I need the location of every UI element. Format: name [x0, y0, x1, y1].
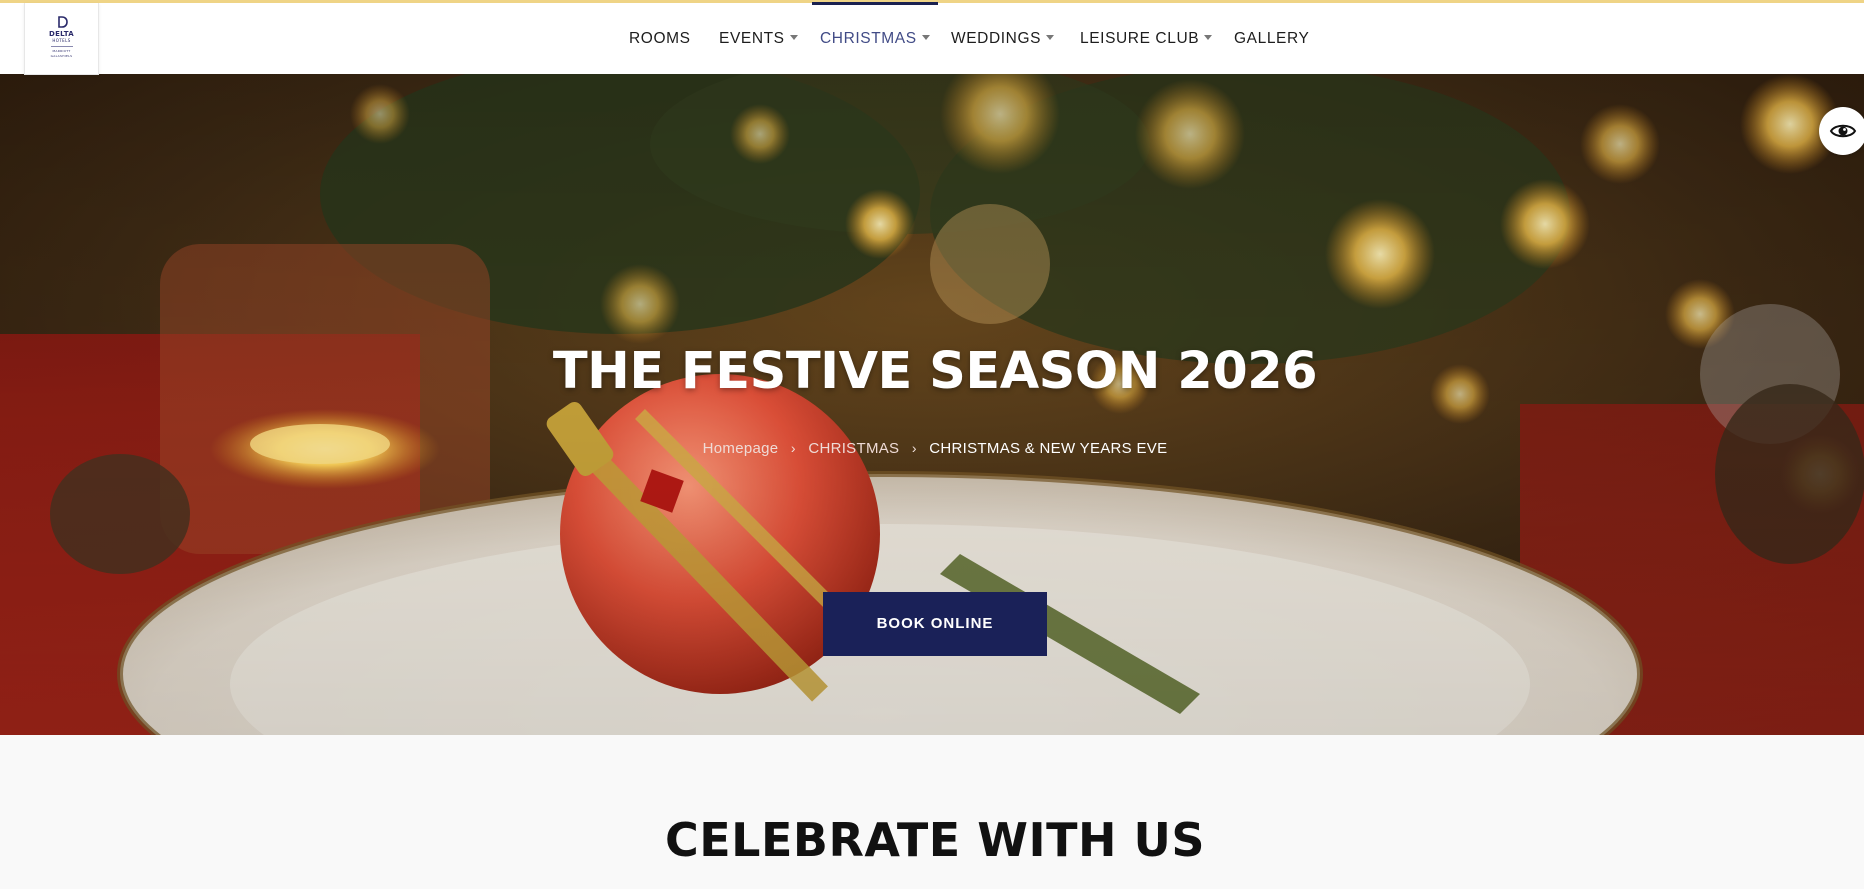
logo-sub-text: HOTELS — [52, 38, 71, 43]
nav-item-label: ROOMS — [629, 30, 691, 47]
nav-item-events[interactable]: EVENTS — [719, 3, 798, 74]
page-title: THE FESTIVE SEASON 2026 — [552, 342, 1318, 401]
delta-logo-icon — [57, 16, 68, 28]
nav-item-gallery[interactable]: GALLERY — [1234, 3, 1309, 74]
site-logo[interactable]: DELTA HOTELS MARRIOTT GALASHIELS — [24, 3, 99, 75]
logo-tiny-text-2: GALASHIELS — [50, 54, 73, 58]
logo-brand-text: DELTA — [48, 30, 75, 38]
nav-item-christmas[interactable]: CHRISTMAS — [812, 2, 938, 74]
breadcrumb: Homepage › CHRISTMAS › CHRISTMAS & NEW Y… — [0, 440, 1864, 457]
chevron-right-icon: › — [911, 440, 917, 456]
eye-icon — [1829, 124, 1857, 138]
logo-divider — [50, 46, 73, 47]
nav-item-rooms[interactable]: ROOMS — [629, 3, 691, 74]
book-online-button[interactable]: BOOK ONLINE — [823, 592, 1047, 656]
hero-banner: THE FESTIVE SEASON 2026 Homepage › CHRIS… — [0, 74, 1864, 735]
nav-item-label: LEISURE CLUB — [1080, 30, 1200, 47]
celebrate-section: CELEBRATE WITH US — [0, 735, 1864, 889]
section-title: CELEBRATE WITH US — [665, 813, 1205, 867]
chevron-down-icon — [1204, 35, 1213, 41]
breadcrumb-current: CHRISTMAS & NEW YEARS EVE — [929, 440, 1168, 457]
chevron-down-icon — [789, 35, 798, 41]
nav-item-label: WEDDINGS — [951, 30, 1042, 47]
accessibility-button[interactable] — [1819, 107, 1864, 155]
nav-item-weddings[interactable]: WEDDINGS — [951, 3, 1055, 74]
chevron-right-icon: › — [790, 440, 796, 456]
breadcrumb-home-link[interactable]: Homepage — [703, 440, 779, 457]
chevron-down-icon — [921, 35, 930, 41]
nav-item-leisure-club[interactable]: LEISURE CLUB — [1080, 3, 1213, 74]
main-navigation: ROOMS EVENTS CHRISTMAS WEDDINGS LEISURE … — [0, 2, 1864, 74]
breadcrumb-christmas-link[interactable]: CHRISTMAS — [808, 440, 899, 457]
chevron-down-icon — [1046, 35, 1055, 41]
nav-item-label: GALLERY — [1234, 30, 1310, 47]
nav-item-label: CHRISTMAS — [820, 30, 917, 47]
site-header: DELTA HOTELS MARRIOTT GALASHIELS ROOMS E… — [0, 2, 1864, 75]
nav-item-label: EVENTS — [719, 30, 785, 47]
